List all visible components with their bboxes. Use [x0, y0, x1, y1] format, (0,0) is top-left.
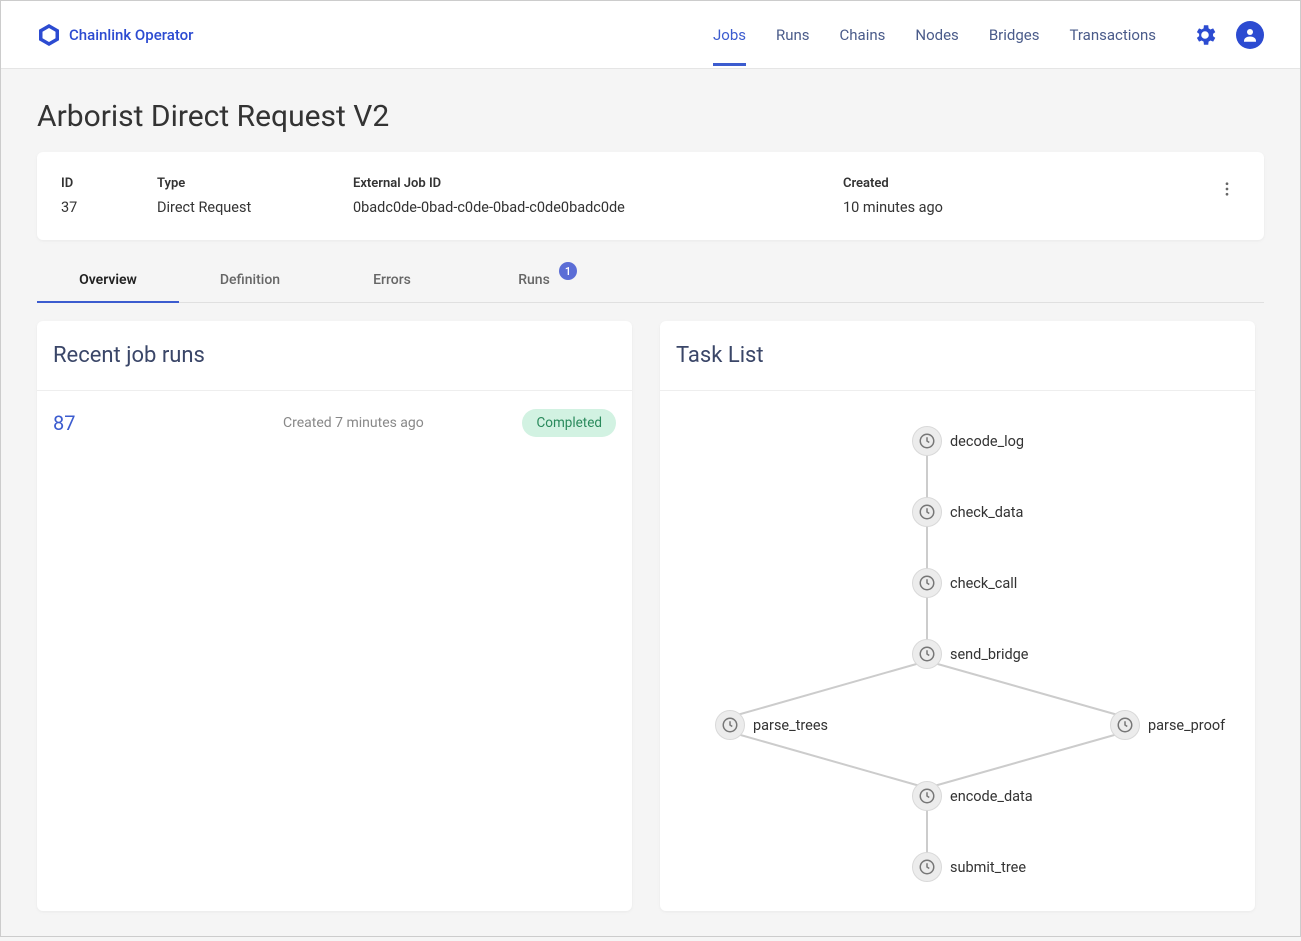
brand-logo[interactable]: Chainlink Operator — [37, 23, 194, 47]
run-id: 87 — [53, 411, 283, 435]
recent-runs-panel: Recent job runs 87 Created 7 minutes ago… — [37, 321, 632, 911]
nav-jobs[interactable]: Jobs — [713, 4, 746, 66]
clock-icon — [912, 497, 942, 527]
tab-definition[interactable]: Definition — [179, 258, 321, 302]
info-type-label: Type — [157, 176, 353, 191]
hexagon-icon — [37, 23, 61, 47]
nav-bridges[interactable]: Bridges — [989, 4, 1040, 66]
job-tabs: Overview Definition Errors Runs 1 — [37, 258, 1264, 303]
tab-runs[interactable]: Runs 1 — [463, 258, 605, 302]
job-info-card: ID 37 Type Direct Request External Job I… — [37, 152, 1264, 240]
tab-runs-badge: 1 — [559, 262, 577, 280]
tab-overview[interactable]: Overview — [37, 258, 179, 302]
panels: Recent job runs 87 Created 7 minutes ago… — [37, 321, 1264, 911]
recent-runs-title: Recent job runs — [37, 321, 632, 391]
run-created: Created 7 minutes ago — [283, 415, 522, 431]
info-created-label: Created — [843, 176, 1214, 191]
task-list-panel: Task List decode_log — [660, 321, 1255, 911]
task-node-check-data[interactable]: check_data — [912, 497, 1023, 527]
more-button[interactable] — [1214, 176, 1240, 206]
tab-runs-label: Runs — [518, 272, 550, 288]
task-graph: decode_log check_data check_call — [660, 391, 1255, 911]
content: Arborist Direct Request V2 ID 37 Type Di… — [1, 69, 1300, 941]
task-node-parse-trees[interactable]: parse_trees — [715, 710, 828, 740]
task-node-decode-log[interactable]: decode_log — [912, 426, 1024, 456]
task-node-parse-proof[interactable]: parse_proof — [1110, 710, 1225, 740]
info-created-value: 10 minutes ago — [843, 199, 1214, 216]
task-label: submit_tree — [950, 859, 1026, 876]
tab-errors[interactable]: Errors — [321, 258, 463, 302]
clock-icon — [912, 781, 942, 811]
task-node-check-call[interactable]: check_call — [912, 568, 1017, 598]
task-label: send_bridge — [950, 646, 1029, 663]
clock-icon — [912, 568, 942, 598]
task-list-title: Task List — [660, 321, 1255, 391]
task-label: encode_data — [950, 788, 1033, 805]
task-node-encode-data[interactable]: encode_data — [912, 781, 1033, 811]
clock-icon — [912, 639, 942, 669]
clock-icon — [1110, 710, 1140, 740]
nav-nodes[interactable]: Nodes — [915, 4, 958, 66]
info-id-value: 37 — [61, 199, 157, 216]
brand-name: Chainlink Operator — [69, 26, 194, 44]
task-node-send-bridge[interactable]: send_bridge — [912, 639, 1029, 669]
clock-icon — [912, 852, 942, 882]
main-nav: Jobs Runs Chains Nodes Bridges Transacti… — [713, 4, 1156, 66]
gear-icon[interactable] — [1192, 22, 1218, 48]
nav-runs[interactable]: Runs — [776, 4, 810, 66]
info-id-label: ID — [61, 176, 157, 191]
info-ext-label: External Job ID — [353, 176, 843, 191]
nav-chains[interactable]: Chains — [840, 4, 886, 66]
run-row[interactable]: 87 Created 7 minutes ago Completed — [37, 391, 632, 455]
clock-icon — [912, 426, 942, 456]
header: Chainlink Operator Jobs Runs Chains Node… — [1, 1, 1300, 69]
header-actions — [1192, 21, 1264, 49]
task-label: parse_proof — [1148, 717, 1225, 734]
info-type-value: Direct Request — [157, 199, 353, 216]
info-ext-value: 0badc0de-0bad-c0de-0bad-c0de0badc0de — [353, 199, 843, 216]
clock-icon — [715, 710, 745, 740]
task-label: decode_log — [950, 433, 1024, 450]
task-label: check_call — [950, 575, 1017, 592]
account-icon[interactable] — [1236, 21, 1264, 49]
nav-transactions[interactable]: Transactions — [1069, 4, 1156, 66]
status-badge: Completed — [522, 409, 616, 437]
task-label: check_data — [950, 504, 1023, 521]
task-label: parse_trees — [753, 717, 828, 734]
task-node-submit-tree[interactable]: submit_tree — [912, 852, 1026, 882]
page-title: Arborist Direct Request V2 — [37, 99, 1264, 134]
